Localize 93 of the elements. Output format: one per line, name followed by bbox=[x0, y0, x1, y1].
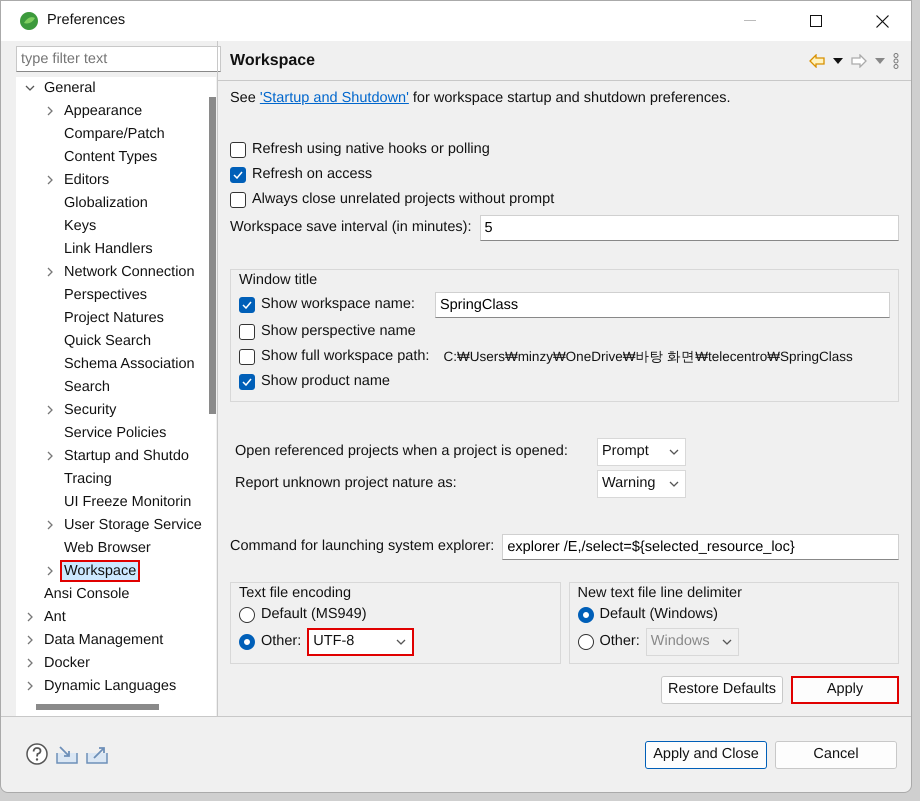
tree-item[interactable]: Perspectives bbox=[60, 284, 152, 306]
path-text: C:₩Users₩minzy₩OneDrive₩바탕 화면₩telecentro₩SpringClass bbox=[443, 348, 853, 366]
tree-item[interactable]: Security bbox=[60, 399, 120, 422]
tree-item[interactable]: General bbox=[40, 77, 100, 100]
link[interactable]: 'Startup and Shutdown' bbox=[260, 90, 409, 106]
checkbox-label: Show product name bbox=[261, 372, 390, 392]
tree-item[interactable]: Startup and Shutdo bbox=[60, 445, 193, 468]
tree-item[interactable]: Appearance bbox=[60, 100, 146, 122]
dropdown[interactable]: Prompt bbox=[597, 438, 686, 466]
chevron-down-icon bbox=[396, 638, 406, 645]
checkbox-label: Refresh on access bbox=[252, 165, 372, 184]
radio-button[interactable] bbox=[239, 606, 255, 623]
tree-item[interactable]: Project Natures bbox=[60, 307, 168, 330]
checkbox[interactable] bbox=[239, 349, 255, 366]
tree-item[interactable]: Tracing bbox=[60, 468, 116, 490]
tree-item[interactable]: Compare/Patch bbox=[60, 123, 169, 146]
radio-button[interactable] bbox=[578, 606, 594, 623]
chevron-down-icon bbox=[722, 638, 732, 645]
field-label: Report unknown project nature as: bbox=[235, 474, 458, 493]
checkmark-icon bbox=[242, 378, 252, 386]
dropdown-arrow-icon bbox=[875, 58, 885, 64]
checkbox-label: Refresh using native hooks or polling bbox=[252, 140, 490, 160]
group-title: Text file encoding bbox=[239, 584, 352, 603]
checkmark-icon bbox=[242, 300, 252, 309]
tree-item[interactable]: Globalization bbox=[60, 192, 152, 214]
checkbox[interactable] bbox=[230, 167, 246, 184]
checkbox-label: Show workspace name: bbox=[261, 294, 415, 314]
help-icon bbox=[26, 743, 48, 766]
checkbox[interactable] bbox=[239, 324, 255, 340]
radio-label: Default (MS949) bbox=[261, 604, 367, 624]
page-button[interactable]: Apply bbox=[791, 676, 899, 704]
checkmark-icon bbox=[233, 171, 243, 180]
tree-item[interactable]: Search bbox=[60, 376, 114, 398]
checkbox-label: Show full workspace path: bbox=[261, 347, 430, 366]
tree-item[interactable]: Quick Search bbox=[60, 330, 156, 352]
radio-label: Other: bbox=[600, 632, 640, 651]
tree-item[interactable]: Network Connection bbox=[60, 261, 199, 284]
dropdown[interactable]: UTF-8 bbox=[307, 628, 414, 656]
group-title: New text file line delimiter bbox=[578, 584, 743, 603]
dialog-button[interactable]: Apply and Close bbox=[645, 740, 767, 768]
radio-label: Other: bbox=[261, 632, 302, 651]
command-field[interactable]: explorer /E,/select=${selected_resource_loc} bbox=[502, 534, 899, 560]
checkbox[interactable] bbox=[239, 374, 255, 390]
checkbox[interactable] bbox=[239, 296, 255, 313]
chevron-down-icon bbox=[669, 448, 679, 455]
tree-item[interactable]: User Storage Service bbox=[60, 514, 206, 536]
radio-button[interactable] bbox=[239, 634, 255, 650]
tree-item[interactable]: Content Types bbox=[60, 146, 162, 168]
app-logo-icon bbox=[19, 11, 39, 31]
import-icon bbox=[56, 744, 78, 764]
chevron-down-icon bbox=[669, 480, 679, 487]
checkbox[interactable] bbox=[230, 192, 246, 208]
forward-arrow-icon bbox=[851, 54, 867, 68]
tree-item[interactable]: Schema Association bbox=[60, 353, 199, 376]
workspace-name-field[interactable]: SpringClass bbox=[434, 292, 890, 318]
dropdown-arrow-icon bbox=[833, 58, 843, 64]
tree-item[interactable]: Keys bbox=[60, 215, 100, 238]
field-label: Open referenced projects when a project is opened: bbox=[235, 442, 569, 461]
dialog-button[interactable]: Cancel bbox=[775, 740, 897, 768]
scrollbar-thumb[interactable] bbox=[209, 96, 216, 414]
tree-item[interactable]: Docker bbox=[40, 652, 94, 674]
group-title: Window title bbox=[239, 270, 318, 290]
page-title: Workspace bbox=[230, 50, 316, 70]
more-options-icon bbox=[893, 52, 899, 68]
tree-item[interactable]: Web Browser bbox=[60, 537, 155, 560]
page-button[interactable]: Restore Defaults bbox=[661, 676, 783, 704]
window-title: Preferences bbox=[47, 11, 126, 30]
tree-item[interactable]: Dynamic Languages bbox=[40, 675, 180, 698]
dropdown[interactable]: Warning bbox=[597, 470, 686, 498]
checkbox-label: Always close unrelated projects without prompt bbox=[252, 190, 554, 210]
tree-item[interactable]: Ant bbox=[40, 606, 70, 628]
minimize-icon bbox=[744, 20, 756, 22]
tree-item[interactable]: Service Policies bbox=[60, 422, 170, 444]
tree-item[interactable]: Data Management bbox=[40, 629, 168, 652]
filter-field[interactable]: type filter text bbox=[16, 46, 221, 72]
field-label: Command for launching system explorer: bbox=[230, 536, 494, 556]
tree-item[interactable]: UI Freeze Monitorin bbox=[60, 491, 196, 514]
tree-item[interactable]: Workspace bbox=[60, 560, 140, 582]
checkbox[interactable] bbox=[230, 142, 246, 158]
intro-text: See 'Startup and Shutdown' for workspace startup and shutdown preferences. bbox=[230, 89, 732, 108]
tree-item[interactable]: Link Handlers bbox=[60, 238, 157, 260]
field-label: Workspace save interval (in minutes): bbox=[230, 218, 472, 237]
tree-item[interactable]: Editors bbox=[60, 169, 114, 192]
help-button[interactable] bbox=[26, 743, 48, 766]
import-button[interactable] bbox=[56, 744, 78, 766]
scrollbar-thumb[interactable] bbox=[36, 704, 159, 710]
tree-item[interactable]: Ansi Console bbox=[40, 583, 134, 606]
maximize-icon bbox=[810, 15, 822, 27]
interval-field[interactable]: 5 bbox=[480, 214, 899, 241]
close-icon bbox=[876, 14, 888, 28]
checkbox-label: Show perspective name bbox=[261, 322, 416, 342]
radio-label: Default (Windows) bbox=[600, 604, 718, 624]
back-arrow-icon bbox=[809, 54, 825, 68]
